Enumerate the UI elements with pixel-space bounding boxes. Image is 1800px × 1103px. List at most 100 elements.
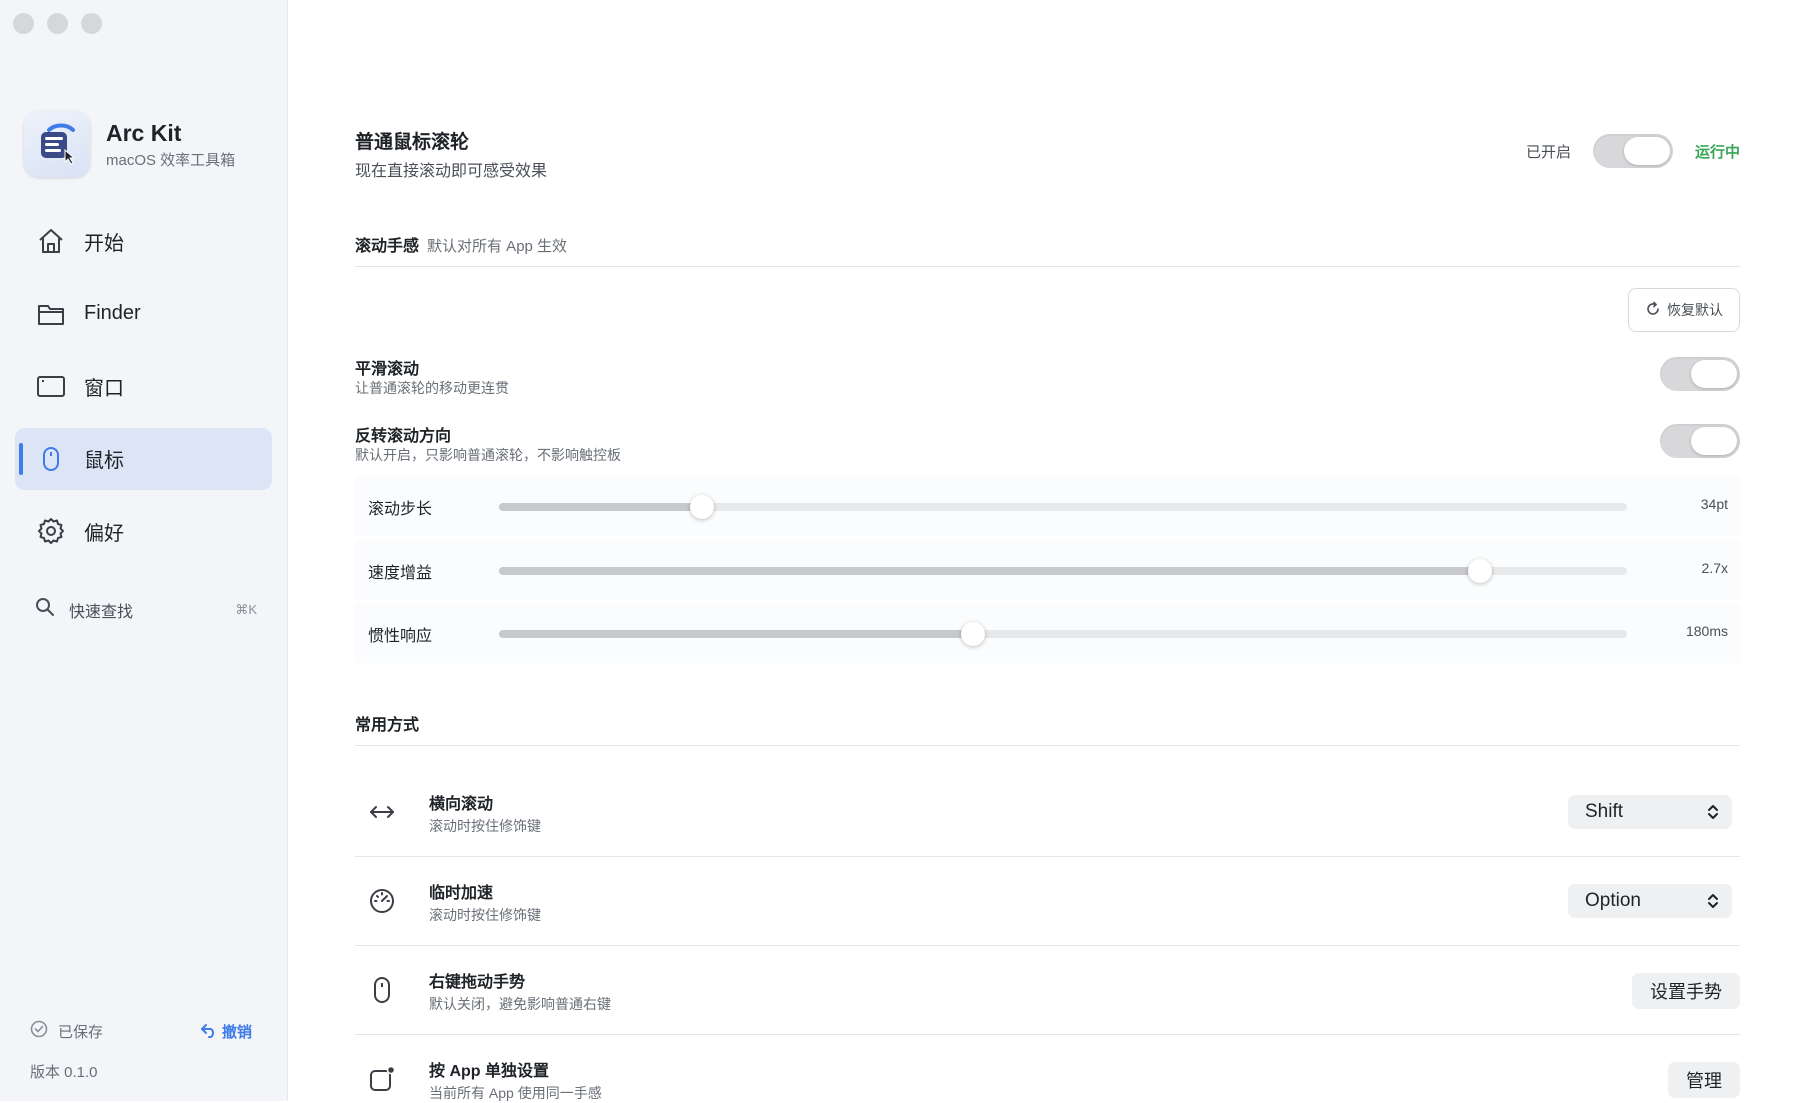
app-subtitle: macOS 效率工具箱 [106, 151, 236, 169]
home-icon [35, 225, 67, 257]
section-note: 默认对所有 App 生效 [427, 238, 568, 255]
close-window-button[interactable] [13, 13, 34, 34]
option-subtitle: 滚动时按住修饰键 [429, 818, 541, 834]
speed-gain-slider[interactable] [499, 559, 1627, 583]
window-icon [35, 370, 67, 402]
option-subtitle: 默认关闭，避免影响普通右键 [429, 996, 611, 1012]
mouse-icon [35, 443, 67, 475]
undo-button[interactable]: 撤销 [200, 1021, 252, 1043]
section-title-scroll-feel: 滚动手感 默认对所有 App 生效 [355, 232, 567, 256]
sidebar-item-start[interactable]: 开始 [15, 210, 272, 272]
folder-icon [35, 298, 67, 330]
enabled-label: 已开启 [1525, 143, 1571, 161]
scroll-step-slider[interactable] [499, 495, 1627, 519]
app-name: Arc Kit [106, 119, 182, 146]
option-subtitle: 当前所有 App 使用同一手感 [429, 1085, 602, 1101]
reverse-scroll-title: 反转滚动方向 [355, 428, 452, 445]
slider-thumb[interactable] [960, 622, 985, 646]
horizontal-scroll-modifier-select[interactable]: Shift [1568, 795, 1732, 829]
slider-value: 2.7x [1701, 560, 1728, 576]
slider-fill [499, 503, 703, 511]
smooth-scroll-toggle[interactable] [1660, 357, 1740, 391]
slider-value: 180ms [1685, 623, 1728, 639]
select-value: Option [1585, 890, 1641, 911]
horizontal-arrows-icon [365, 795, 399, 829]
zoom-window-button[interactable] [81, 13, 102, 34]
version-label: 版本 0.1.0 [30, 1064, 98, 1081]
slider-row-inertia: 惯性响应 180ms [355, 603, 1740, 663]
slider-fill [499, 630, 973, 638]
option-row-right-drag-gesture: 右键拖动手势 默认关闭，避免影响普通右键 设置手势 [355, 946, 1740, 1035]
sidebar: Arc Kit macOS 效率工具箱 开始 Finder 窗口 鼠标 偏好 快… [0, 0, 288, 1101]
saved-label: 已保存 [58, 1024, 104, 1041]
setup-gesture-button[interactable]: 设置手势 [1632, 973, 1740, 1009]
option-row-temp-boost: 临时加速 滚动时按住修饰键 Option [355, 857, 1740, 946]
section-title-common: 常用方式 [355, 717, 420, 734]
slider-thumb[interactable] [1468, 559, 1493, 583]
mouse-icon [365, 973, 399, 1007]
quick-search-shortcut: ⌘K [235, 601, 257, 617]
sidebar-item-label: 窗口 [84, 377, 124, 400]
select-value: Shift [1585, 801, 1624, 822]
option-row-horizontal-scroll: 横向滚动 滚动时按住修饰键 Shift [355, 768, 1740, 857]
slider-label: 速度增益 [368, 565, 433, 582]
page-title: 普通鼠标滚轮 [355, 132, 470, 153]
app-badge-icon [365, 1062, 399, 1096]
option-title: 右键拖动手势 [429, 974, 526, 991]
sidebar-item-finder[interactable]: Finder [15, 283, 272, 345]
app-logo-icon [24, 111, 90, 177]
slider-value: 34pt [1700, 496, 1728, 512]
option-title: 临时加速 [429, 885, 494, 902]
sidebar-item-mouse[interactable]: 鼠标 [15, 427, 272, 490]
reset-defaults-label: 恢复默认 [1667, 302, 1723, 318]
window-controls [13, 13, 102, 34]
section-divider [355, 266, 1740, 267]
slider-label: 滚动步长 [368, 501, 433, 518]
smooth-scroll-subtitle: 让普通滚轮的移动更连贯 [355, 380, 509, 396]
toggle-knob [1623, 137, 1670, 165]
section-title: 滚动手感 [355, 238, 420, 255]
toggle-knob [1691, 427, 1737, 455]
slider-label: 惯性响应 [368, 628, 433, 645]
reverse-scroll-toggle[interactable] [1660, 424, 1740, 458]
feature-toggle[interactable] [1592, 134, 1673, 168]
sidebar-item-label: 鼠标 [84, 450, 124, 472]
sidebar-item-label: 偏好 [84, 522, 124, 545]
refresh-icon [1645, 301, 1661, 320]
quick-search[interactable]: 快速查找 ⌘K [35, 597, 257, 622]
minimize-window-button[interactable] [47, 13, 68, 34]
undo-label: 撤销 [221, 1024, 252, 1041]
main-panel: 普通鼠标滚轮 现在直接滚动即可感受效果 已开启 运行中 滚动手感 默认对所有 Ap… [355, 0, 1740, 1101]
chevron-updown-icon [1706, 803, 1720, 827]
slider-row-gain: 速度增益 2.7x [355, 540, 1740, 600]
sidebar-item-label: Finder [84, 302, 141, 324]
sidebar-item-label: 开始 [84, 232, 124, 255]
brand: Arc Kit macOS 效率工具箱 [24, 111, 235, 177]
reverse-scroll-subtitle: 默认开启，只影响普通滚轮，不影响触控板 [355, 447, 621, 463]
quick-search-label: 快速查找 [69, 603, 134, 621]
sidebar-item-preferences[interactable]: 偏好 [15, 500, 272, 562]
reset-defaults-button[interactable]: 恢复默认 [1628, 288, 1740, 332]
running-status-badge: 运行中 [1694, 143, 1740, 161]
search-icon [35, 597, 55, 622]
manage-apps-button[interactable]: 管理 [1668, 1062, 1740, 1098]
speedometer-icon [365, 884, 399, 918]
save-status: 已保存 撤销 [30, 1020, 252, 1043]
slider-row-step: 滚动步长 34pt [355, 476, 1740, 536]
inertia-slider[interactable] [499, 622, 1627, 646]
smooth-scroll-title: 平滑滚动 [355, 361, 420, 378]
slider-thumb[interactable] [690, 495, 715, 519]
option-title: 横向滚动 [429, 796, 494, 813]
gear-icon [35, 515, 67, 547]
page-subtitle: 现在直接滚动即可感受效果 [355, 163, 548, 180]
option-row-per-app: 按 App 单独设置 当前所有 App 使用同一手感 管理 [355, 1035, 1740, 1101]
section-divider [355, 745, 1740, 746]
sidebar-item-window[interactable]: 窗口 [15, 355, 272, 417]
chevron-updown-icon [1706, 892, 1720, 916]
feature-status: 已开启 运行中 [1526, 134, 1740, 168]
temp-boost-modifier-select[interactable]: Option [1568, 884, 1732, 918]
option-subtitle: 滚动时按住修饰键 [429, 907, 541, 923]
sidebar-nav: 开始 Finder 窗口 鼠标 偏好 [15, 210, 272, 573]
toggle-knob [1691, 360, 1737, 388]
slider-fill [499, 567, 1481, 575]
